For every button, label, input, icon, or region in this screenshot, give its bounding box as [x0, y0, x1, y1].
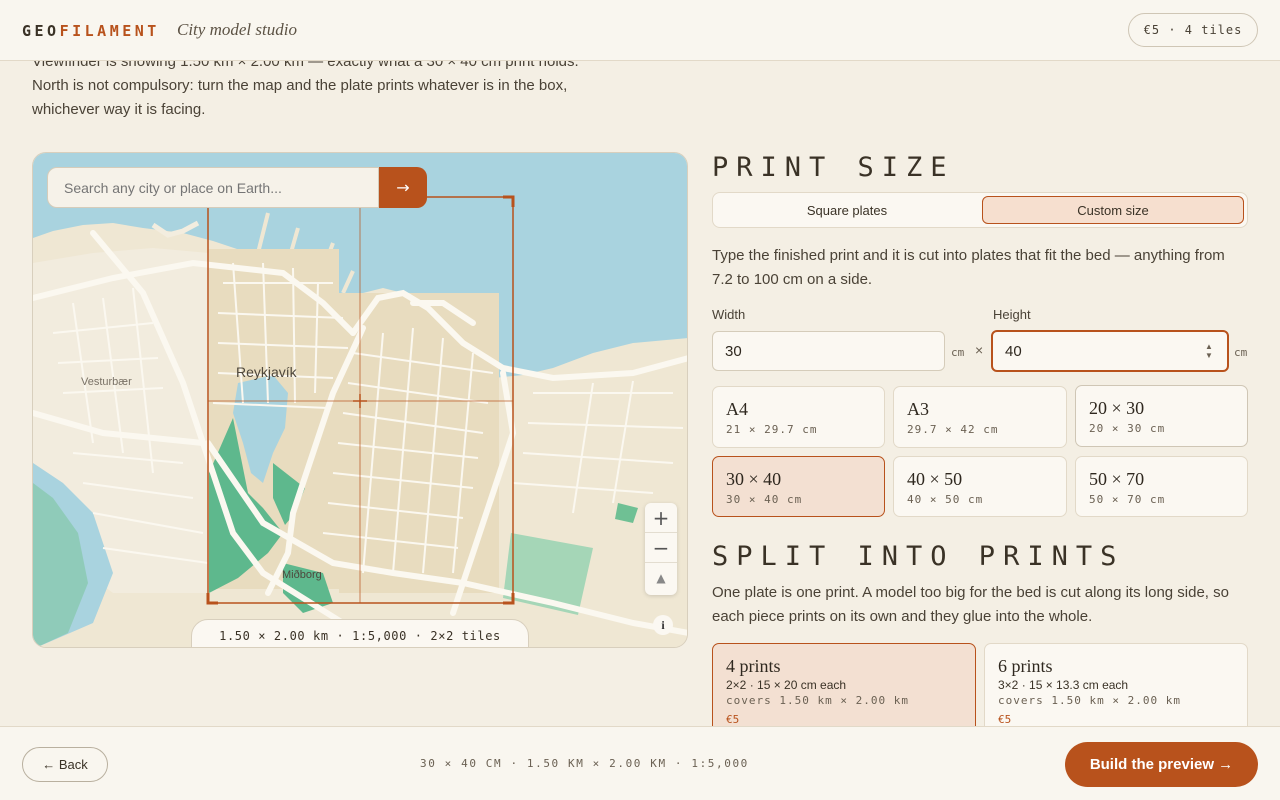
split-option-name: 4 prints [726, 656, 781, 676]
preset-name: A4 [726, 399, 748, 419]
split-option-coverage: covers 1.50 km × 2.00 km [998, 694, 1181, 707]
width-label: Width [712, 307, 746, 322]
preset-name: 30 × 40 [726, 469, 782, 489]
split-option-detail: 2×2 · 15 × 20 cm each [726, 678, 847, 692]
preset-dims: 21 × 29.7 cm [726, 423, 818, 436]
app-subtitle: City model studio [177, 20, 297, 39]
preset-dims: 40 × 50 cm [907, 493, 984, 506]
brand-geo: GEO [22, 22, 60, 40]
split-option-name: 6 prints [998, 656, 1053, 676]
split-option-price: €5 [726, 713, 740, 726]
build-preview-button[interactable]: Build the preview → [1065, 742, 1258, 787]
preset-card-40x50[interactable]: 40 × 50 40 × 50 cm [893, 456, 1067, 517]
width-field[interactable] [712, 331, 945, 371]
search-button[interactable]: → [379, 167, 427, 208]
brand-logo[interactable]: GEOFILAMENT [22, 22, 160, 40]
height-label: Height [993, 307, 1031, 322]
map-label-vesturbaer: Vesturbær [81, 376, 132, 388]
zoom-control: + − ▲ [645, 503, 677, 595]
map-viewport[interactable]: Reykjavík Vesturbær Miðborg → + − ▲ i 1.… [32, 152, 688, 648]
preset-card-50x70[interactable]: 50 × 70 50 × 70 cm [1075, 456, 1248, 517]
intro-line: whichever way it is facing. [32, 101, 206, 118]
height-stepper-icon[interactable]: ▲ ▼ [1202, 342, 1216, 360]
print-size-description: Type the finished print and it is cut in… [712, 247, 1225, 288]
print-size-title: PRINT SIZE [712, 152, 955, 183]
height-field[interactable] [991, 330, 1229, 372]
preset-dims: 50 × 70 cm [1089, 493, 1166, 506]
preset-name: 20 × 30 [1089, 398, 1145, 418]
map-label-reykjavik: Reykjavík [236, 364, 297, 380]
top-bar: GEOFILAMENT City model studio €5 · 4 til… [0, 0, 1280, 61]
compass-reset-button[interactable]: ▲ [645, 563, 677, 593]
price-badge[interactable]: €5 · 4 tiles [1128, 13, 1258, 47]
preset-name: 50 × 70 [1089, 469, 1145, 489]
preset-name: A3 [907, 399, 929, 419]
size-mode-toggle: Square plates Custom size [712, 192, 1248, 228]
split-option-price: €5 [998, 713, 1012, 726]
brand-filament: FILAMENT [59, 22, 160, 40]
preset-dims: 30 × 40 cm [726, 493, 803, 506]
search-input[interactable] [47, 167, 379, 208]
split-option-coverage: covers 1.50 km × 2.00 km [726, 694, 909, 707]
order-summary: 30 × 40 CM · 1.50 KM × 2.00 KM · 1:5,000 [420, 757, 749, 770]
width-unit: cm [951, 346, 965, 359]
intro-line: North is not compulsory: turn the map an… [32, 77, 568, 94]
height-unit: cm [1234, 346, 1248, 359]
map-label-midborg: Miðborg [282, 569, 322, 581]
preset-card-30x40[interactable]: 30 × 40 30 × 40 cm [712, 456, 885, 517]
zoom-out-button[interactable]: − [645, 533, 677, 563]
back-button[interactable]: ← Back [22, 747, 108, 782]
preset-card-a3[interactable]: A3 29.7 × 42 cm [893, 386, 1067, 448]
tab-custom-size[interactable]: Custom size [982, 196, 1244, 224]
split-title: SPLIT INTO PRINTS [712, 541, 1125, 572]
zoom-in-button[interactable]: + [645, 503, 677, 533]
footer-bar: ← Back 30 × 40 CM · 1.50 KM × 2.00 KM · … [0, 726, 1280, 800]
preset-name: 40 × 50 [907, 469, 963, 489]
map-canvas [33, 153, 687, 647]
preset-card-a4[interactable]: A4 21 × 29.7 cm [712, 386, 885, 448]
attribution-info-icon[interactable]: i [653, 615, 673, 635]
preset-dims: 29.7 × 42 cm [907, 423, 999, 436]
tab-square-plates[interactable]: Square plates [716, 196, 978, 224]
preset-card-20x30[interactable]: 20 × 30 20 × 30 cm [1075, 385, 1248, 447]
split-option-detail: 3×2 · 15 × 13.3 cm each [998, 678, 1129, 692]
split-description: One plate is one print. A model too big … [712, 584, 1229, 625]
times-sign: × [975, 342, 984, 358]
map-scale-caption: 1.50 × 2.00 km · 1:5,000 · 2×2 tiles [191, 619, 529, 647]
preset-dims: 20 × 30 cm [1089, 422, 1166, 435]
